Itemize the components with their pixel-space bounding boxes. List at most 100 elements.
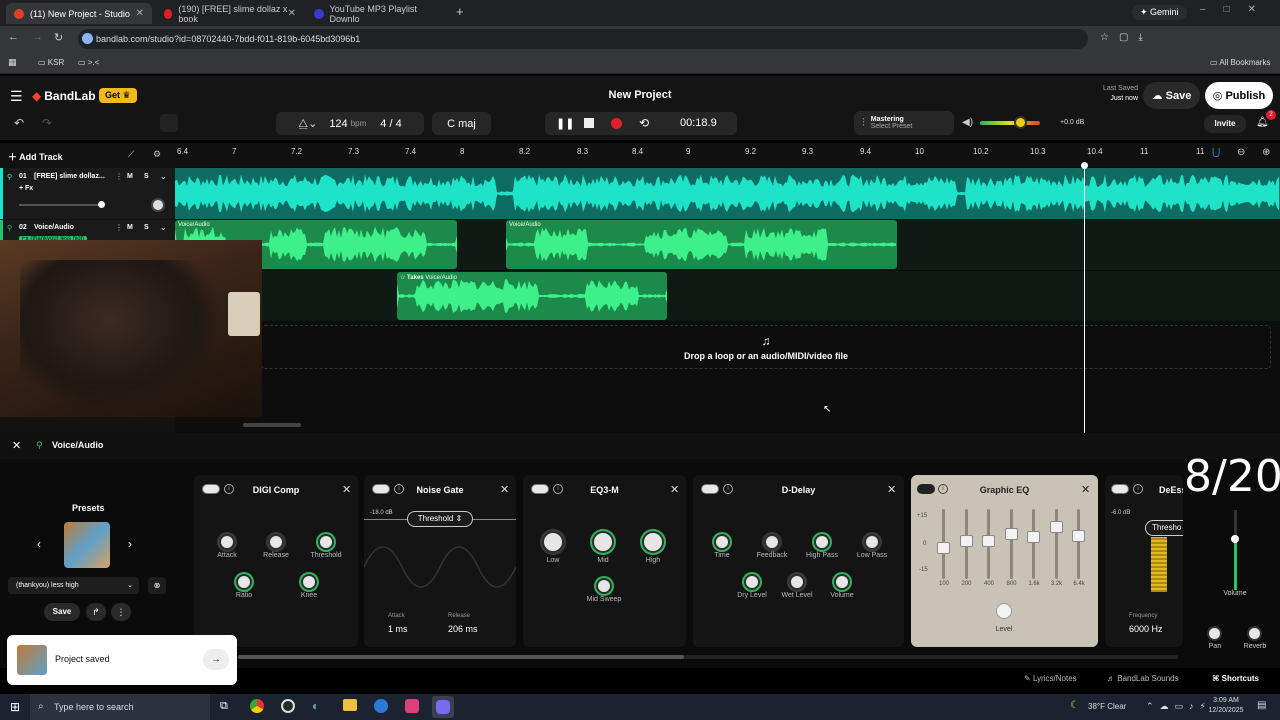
back-icon[interactable]: ←	[8, 31, 19, 43]
mute-button[interactable]: M	[127, 173, 133, 180]
high-knob[interactable]	[642, 531, 664, 553]
eq-band-thumb[interactable]	[937, 541, 950, 554]
track-1-clip[interactable]	[175, 168, 1280, 219]
track-settings-icon[interactable]: ⚙︎	[153, 149, 161, 160]
deess-threshold-handle[interactable]: Thresho	[1145, 520, 1183, 536]
eq-band-track[interactable]	[1077, 509, 1080, 579]
weather-text[interactable]: 38°F Clear	[1088, 702, 1126, 711]
eq-band-track[interactable]	[1032, 509, 1035, 579]
track-menu-icon[interactable]: ⋮	[115, 172, 123, 181]
bookmark-folder[interactable]: ▭ >.<	[78, 58, 99, 67]
undo-icon[interactable]: ↶	[14, 116, 24, 130]
mid-knob[interactable]	[592, 531, 614, 553]
feedback-knob[interactable]	[764, 534, 780, 550]
timeline-scrollbar[interactable]	[243, 423, 301, 427]
eq-band-thumb[interactable]	[1072, 529, 1085, 542]
high-pass-knob[interactable]	[814, 534, 830, 550]
release-value[interactable]: 206 ms	[448, 624, 478, 634]
release-knob[interactable]	[268, 534, 284, 550]
drop-zone[interactable]: ♫ Drop a loop or an audio/MIDI/video fil…	[261, 325, 1271, 369]
speaker-icon[interactable]: ◀)	[962, 117, 973, 128]
menu-icon[interactable]: ☰	[10, 88, 23, 105]
solo-button[interactable]: S	[144, 173, 149, 180]
mute-button[interactable]: M	[127, 224, 133, 231]
new-tab-icon[interactable]: +	[456, 4, 464, 19]
more-icon[interactable]: ⋮	[111, 603, 131, 621]
shortcuts-link[interactable]: ⌘ Shortcuts	[1212, 674, 1259, 683]
master-volume-thumb[interactable]	[1014, 116, 1027, 129]
window-controls[interactable]: –□✕	[1200, 4, 1274, 15]
track-menu-icon[interactable]: ⋮	[115, 223, 123, 232]
close-panel-icon[interactable]: ✕	[12, 439, 21, 452]
app-taskbar-icon-2[interactable]	[374, 699, 388, 713]
clear-fx-icon[interactable]: ⊗	[148, 577, 166, 594]
all-bookmarks[interactable]: ▭ All Bookmarks	[1210, 58, 1270, 67]
bookmark-ksr[interactable]: ▭ KSR	[38, 58, 64, 67]
music-taskbar-icon[interactable]	[405, 699, 419, 713]
pause-icon[interactable]: ❚❚	[556, 117, 574, 130]
track-pan-knob[interactable]	[151, 198, 165, 212]
low-pass-knob[interactable]	[864, 534, 880, 550]
wet-level-knob[interactable]	[789, 574, 805, 590]
low-knob[interactable]	[542, 531, 564, 553]
knee-knob[interactable]	[301, 574, 317, 590]
eq-band-track[interactable]	[1054, 509, 1058, 579]
chevron-down-icon[interactable]: ⌄	[160, 172, 167, 181]
preset-artwork[interactable]	[64, 522, 110, 568]
close-tab-icon[interactable]: ✕	[288, 8, 296, 19]
attack-knob[interactable]	[219, 534, 235, 550]
toast-arrow-icon[interactable]: →	[203, 649, 229, 670]
eq-band-thumb[interactable]	[1049, 520, 1063, 533]
stop-icon[interactable]	[584, 118, 594, 128]
magnet-icon[interactable]: ⋃	[1212, 147, 1220, 158]
time-knob[interactable]	[714, 534, 730, 550]
apps-icon[interactable]: ▦	[8, 57, 17, 68]
time-signature[interactable]: 4 / 4	[380, 118, 401, 130]
timeline[interactable]: 6.4 7 7.2 7.3 7.4 8 8.2 8.3 8.4 9 9.2 9.3 9.4 10 10.2 1…	[175, 143, 1280, 433]
solo-button[interactable]: S	[144, 224, 149, 231]
track-volume-thumb[interactable]	[98, 201, 105, 208]
preset-save-button[interactable]: Save	[44, 603, 80, 621]
preset-select[interactable]: (thankyou) less high ⌄	[8, 577, 139, 594]
playhead[interactable]	[1084, 163, 1085, 433]
close-fx-icon[interactable]: ✕	[887, 483, 896, 496]
tab-youtube[interactable]: (190) [FREE] slime dollaz x book ✕	[156, 3, 304, 24]
dry-level-knob[interactable]	[744, 574, 760, 590]
close-fx-icon[interactable]: ✕	[1081, 483, 1090, 496]
notification-center-icon[interactable]: ▤	[1257, 700, 1266, 711]
eq-band-thumb[interactable]	[1027, 531, 1040, 543]
info-icon[interactable]: i	[1133, 484, 1143, 494]
freq-value[interactable]: 6000 Hz	[1129, 624, 1163, 634]
threshold-knob[interactable]	[318, 534, 334, 550]
fx-scrollbar-thumb[interactable]	[238, 655, 684, 659]
eq-level-knob[interactable]	[996, 603, 1012, 619]
lyrics-notes-link[interactable]: ✎ Lyrics/Notes	[1024, 674, 1077, 683]
key-selector[interactable]: C maj	[432, 112, 491, 135]
save-button[interactable]: ☁ Save	[1143, 82, 1200, 109]
url-input[interactable]: bandlab.com/studio?id=08702440-7bdd-f011…	[78, 29, 1088, 49]
invite-button[interactable]: Invite	[1204, 115, 1246, 133]
metronome-icon[interactable]: ⧋⌄	[298, 117, 317, 131]
automation-icon[interactable]: ⟋	[128, 149, 134, 160]
track-name[interactable]: [FREE] slime dollaz...	[34, 173, 105, 180]
pan-knob[interactable]	[1207, 626, 1222, 641]
track-name[interactable]: Voice/Audio	[34, 224, 74, 231]
timeline-ruler[interactable]: 6.4 7 7.2 7.3 7.4 8 8.2 8.3 8.4 9 9.2 9.3 9.4 10 10.2 1…	[175, 143, 1280, 167]
eq-band-thumb[interactable]	[959, 534, 973, 547]
publish-button[interactable]: ◎ Publish	[1205, 82, 1273, 109]
bandlab-sounds-link[interactable]: ♬ BandLab Sounds	[1107, 674, 1179, 683]
gemini-button[interactable]: ✦ Gemini	[1132, 5, 1187, 20]
prev-preset-icon[interactable]: ‹	[37, 537, 41, 551]
add-fx-button[interactable]: + Fx	[19, 185, 33, 192]
track-volume-thumb[interactable]	[1231, 535, 1239, 543]
close-tab-icon[interactable]: ✕	[136, 8, 144, 19]
steam-taskbar-icon[interactable]: ◐	[312, 699, 319, 713]
system-tray-icons[interactable]: ⌃☁▭♪⚡	[1146, 701, 1212, 712]
mastering-button[interactable]: ⫶ Mastering Select Preset	[854, 111, 954, 135]
voice-clip-2[interactable]: Voice/Audio	[506, 220, 897, 269]
taskbar-search[interactable]: ⌕ Type here to search	[30, 694, 210, 720]
browser-toolbar-icons[interactable]: ☆▢⤓	[1100, 32, 1153, 43]
windows-start-icon[interactable]: ⊞	[10, 700, 20, 714]
site-info-icon[interactable]	[82, 33, 93, 44]
attack-value[interactable]: 1 ms	[388, 624, 408, 634]
